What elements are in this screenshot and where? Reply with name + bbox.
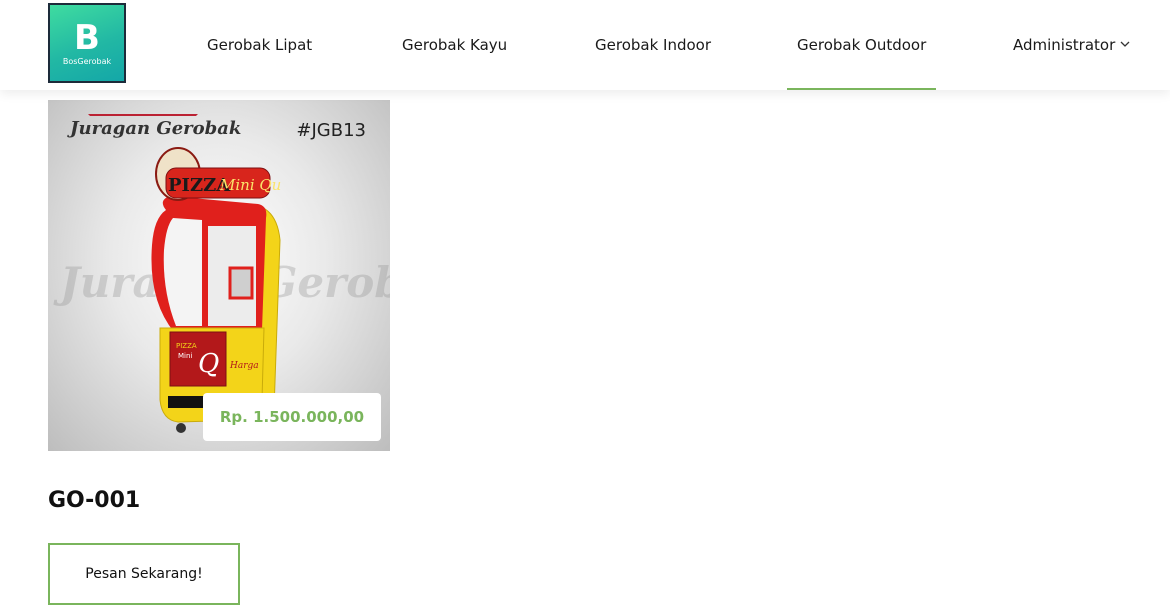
nav-item-administrator[interactable]: Administrator	[1013, 0, 1130, 90]
nav-item-gerobak-lipat[interactable]: Gerobak Lipat	[207, 0, 312, 90]
panel-brand: Q	[198, 349, 219, 379]
panel-text: PIZZA	[176, 342, 197, 350]
order-now-button[interactable]: Pesan Sekarang!	[48, 543, 240, 605]
nav-item-gerobak-outdoor[interactable]: Gerobak Outdoor	[786, 0, 937, 90]
product-image[interactable]: Juragan Gerobak #JGB13 Juragan Gerobak P…	[48, 100, 390, 451]
nav-label: Gerobak Kayu	[402, 36, 508, 54]
chevron-down-icon	[1120, 40, 1130, 51]
svg-text:Mini: Mini	[178, 352, 192, 360]
panel-sub: Harga	[229, 361, 259, 371]
site-header: B BosGerobak Gerobak Lipat Gerobak Kayu …	[0, 0, 1170, 90]
nav-item-gerobak-kayu[interactable]: Gerobak Kayu	[402, 0, 507, 90]
nav-label: Gerobak Outdoor	[797, 36, 927, 54]
product-title: GO-001	[48, 488, 141, 513]
order-button-label: Pesan Sekarang!	[85, 566, 203, 582]
price-value: Rp. 1.500.000,00	[219, 408, 365, 426]
nav-label: Administrator	[1013, 36, 1116, 54]
nav-item-gerobak-indoor[interactable]: Gerobak Indoor	[595, 0, 711, 90]
site-logo[interactable]: B BosGerobak	[48, 3, 126, 83]
svg-text:Mini Qu: Mini Qu	[219, 176, 281, 194]
logo-letter: B	[74, 17, 100, 58]
price-badge: Rp. 1.500.000,00	[203, 393, 381, 441]
nav-label: Gerobak Lipat	[207, 36, 313, 54]
nav-label: Gerobak Indoor	[595, 36, 712, 54]
logo-text: BosGerobak	[62, 56, 112, 66]
